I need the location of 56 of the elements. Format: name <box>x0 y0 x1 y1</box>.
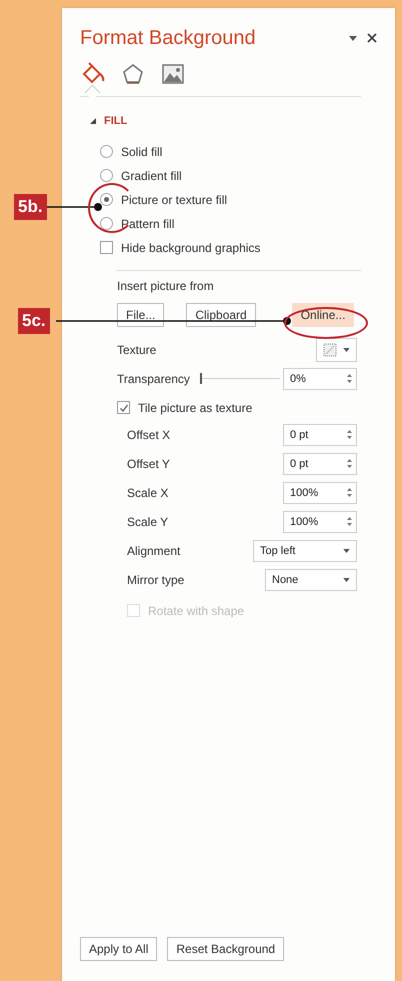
footer-button[interactable]: Apply to All <box>80 937 158 961</box>
field-label: Mirror type <box>127 572 184 586</box>
dropdown-arrow-icon <box>343 548 350 552</box>
field-label: Transparency <box>117 372 190 386</box>
spinner-field[interactable]: 0 pt <box>283 452 357 474</box>
spinner-field[interactable]: 0 pt <box>283 424 357 446</box>
leader-line <box>46 202 103 212</box>
dropdown-arrow-icon <box>343 578 350 582</box>
step-label: 5c. <box>18 308 50 334</box>
radio-label: Picture or texture fill <box>121 192 228 206</box>
spinner-field[interactable]: 100% <box>283 510 357 532</box>
texture-picker[interactable] <box>316 338 357 362</box>
step-label: 5b. <box>14 194 47 220</box>
dropdown-field[interactable]: None <box>265 568 357 590</box>
field-label: Alignment <box>127 544 180 558</box>
field-label: Scale Y <box>127 514 168 528</box>
checkbox-label: Tile picture as texture <box>138 400 252 414</box>
transparency-slider[interactable] <box>200 373 280 384</box>
radio-label: Pattern fill <box>121 216 174 230</box>
pentagon-icon <box>120 62 146 86</box>
spinner-field[interactable]: 100% <box>283 482 357 504</box>
dropdown-field[interactable]: Top left <box>253 540 357 562</box>
section-heading: FILL <box>104 115 128 127</box>
field-label: Offset Y <box>127 456 170 470</box>
image-icon <box>160 62 186 86</box>
field-label: Insert picture from <box>117 279 215 295</box>
radio-button[interactable] <box>100 169 113 182</box>
field-label: Scale X <box>127 486 168 500</box>
radio-button[interactable] <box>100 217 113 230</box>
spin-arrows-icon[interactable] <box>347 487 352 498</box>
collapse-triangle-icon[interactable] <box>90 118 96 124</box>
texture-swatch-icon <box>323 342 337 356</box>
footer-button[interactable]: Reset Background <box>167 937 284 961</box>
radio-label: Solid fill <box>121 144 162 158</box>
dropdown-arrow-icon <box>343 348 350 352</box>
radio-button[interactable] <box>100 145 113 158</box>
checkbox-label: Hide background graphics <box>121 240 260 254</box>
checkbox-label: Rotate with shape <box>148 604 244 618</box>
pane-title: Format Background <box>80 26 257 50</box>
close-icon[interactable] <box>367 33 377 43</box>
field-label: Offset X <box>127 428 170 442</box>
source-button[interactable]: File... <box>117 303 164 327</box>
paint-bucket-icon <box>80 62 106 86</box>
spin-arrows-icon[interactable] <box>347 516 352 527</box>
spin-arrows-icon[interactable] <box>347 429 352 440</box>
spinner-field[interactable]: 0% <box>282 368 357 390</box>
spin-arrows-icon[interactable] <box>346 373 352 384</box>
dropdown-icon[interactable] <box>349 36 357 40</box>
checkbox[interactable] <box>100 241 113 254</box>
radio-label: Gradient fill <box>121 168 182 182</box>
source-button[interactable]: Online... <box>292 303 354 327</box>
checkbox[interactable] <box>117 401 130 414</box>
field-label: Texture <box>117 342 156 356</box>
spin-arrows-icon[interactable] <box>347 458 352 469</box>
source-button[interactable]: Clipboard <box>186 303 256 327</box>
radio-button[interactable] <box>100 193 113 206</box>
